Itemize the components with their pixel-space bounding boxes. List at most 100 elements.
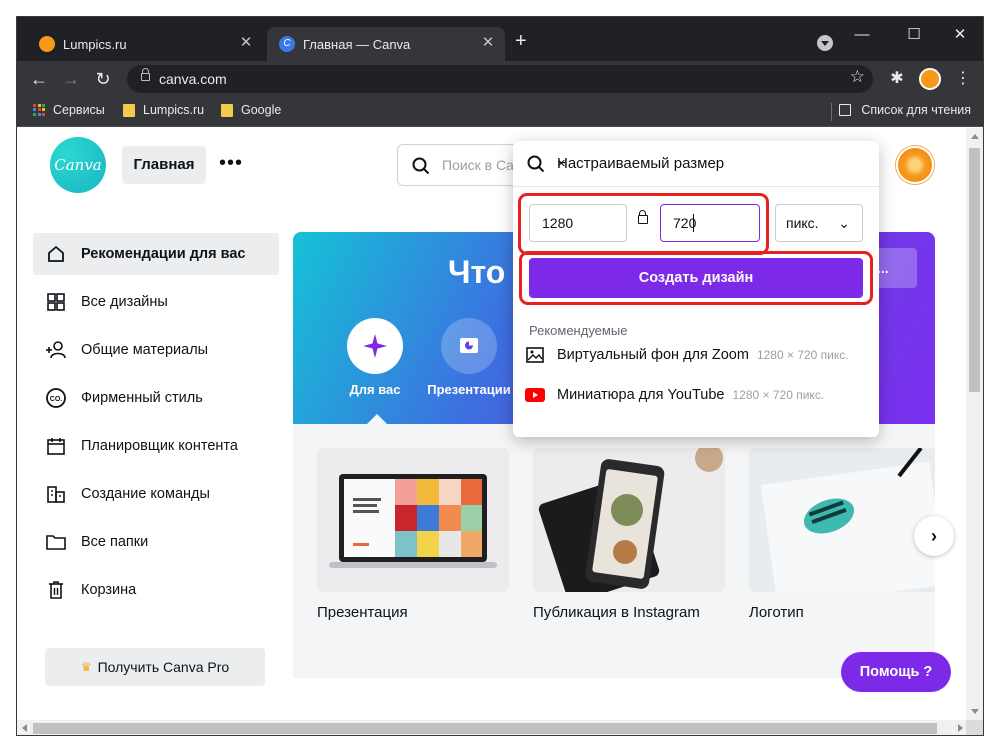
scroll-down-icon[interactable] <box>971 709 979 714</box>
recommended-label: Виртуальный фон для Zoom <box>557 347 749 363</box>
home-icon <box>45 243 67 265</box>
sidebar-item-label: Корзина <box>81 582 137 598</box>
card-instagram-post[interactable]: Публикация в Instagram <box>533 448 725 621</box>
sidebar-item-label: Рекомендации для вас <box>81 246 246 262</box>
card-logo[interactable]: Логотип <box>749 448 935 621</box>
bookmark-google[interactable]: Google <box>221 103 281 117</box>
calendar-icon <box>45 435 67 457</box>
presentation-thumbnail <box>317 448 509 592</box>
bookmark-label: Lumpics.ru <box>143 103 205 117</box>
address-bar[interactable]: canva.com ☆ <box>127 65 873 93</box>
forward-arrow-icon[interactable]: → <box>59 67 83 91</box>
popup-search-bar[interactable]: Настраиваемый размер × <box>513 141 879 187</box>
scroll-left-icon[interactable] <box>22 724 27 732</box>
tab-search-icon[interactable] <box>817 35 833 51</box>
minimize-icon[interactable]: — <box>847 23 877 47</box>
close-tab-icon[interactable]: ✕ <box>237 34 255 52</box>
sidebar-item-folders[interactable]: Все папки <box>33 521 279 563</box>
folder-icon <box>45 531 67 553</box>
horizontal-scrollbar[interactable] <box>17 720 968 735</box>
sidebar-item-all-designs[interactable]: Все дизайны <box>33 281 279 323</box>
shared-users-icon <box>45 339 67 361</box>
brand-kit-icon: CO. <box>45 387 67 409</box>
sidebar-item-recommendations[interactable]: Рекомендации для вас <box>33 233 279 275</box>
close-tab-icon[interactable]: ✕ <box>479 34 497 52</box>
unit-select[interactable]: пикс. ⌄ <box>775 204 863 242</box>
highlight-box-dimensions <box>518 193 769 255</box>
tab-canva[interactable]: C Главная — Canva ✕ <box>267 27 505 61</box>
sidebar-item-trash[interactable]: Корзина <box>33 569 279 611</box>
sidebar-item-team[interactable]: Создание команды <box>33 473 279 515</box>
bookmark-lumpics[interactable]: Lumpics.ru <box>123 103 204 117</box>
pro-button-label: Получить Canva Pro <box>97 659 230 675</box>
grid-icon <box>45 291 67 313</box>
close-icon[interactable]: × <box>557 155 865 172</box>
reload-icon[interactable]: ↻ <box>91 67 115 91</box>
sidebar-item-label: Общие материалы <box>81 342 209 358</box>
vertical-scrollbar[interactable] <box>966 128 983 720</box>
selected-category-caret <box>367 414 387 424</box>
recommended-youtube-thumbnail[interactable]: Миниатюра для YouTube 1280 × 720 пикс. <box>525 387 824 403</box>
browser-toolbar: ← → ↻ canva.com ☆ ✱ ⋮ <box>17 61 983 97</box>
sidebar-item-label: Планировщик контента <box>81 438 238 454</box>
tab-lumpics[interactable]: Lumpics.ru ✕ <box>27 27 263 61</box>
highlight-box-create <box>519 251 873 305</box>
reading-list-label: Список для чтения <box>861 103 971 117</box>
carousel-next-arrow-icon[interactable]: › <box>914 516 954 556</box>
image-icon <box>525 347 545 363</box>
canva-logo[interactable]: Canva <box>50 137 106 193</box>
sidebar-item-label: Создание команды <box>81 486 210 502</box>
close-window-icon[interactable]: ✕ <box>945 23 975 47</box>
folder-icon <box>123 103 135 117</box>
card-label: Презентация <box>317 604 408 621</box>
apps-grid-icon <box>33 103 45 117</box>
trash-icon <box>45 579 67 601</box>
browser-menu-icon[interactable]: ⋮ <box>951 67 975 91</box>
scroll-up-icon[interactable] <box>971 134 979 139</box>
tab-title: Lumpics.ru <box>63 36 127 52</box>
home-button[interactable]: Главная <box>122 146 206 184</box>
sidebar-item-shared[interactable]: Общие материалы <box>33 329 279 371</box>
youtube-icon <box>525 387 545 403</box>
sidebar: Рекомендации для вас Все дизайны Общие м… <box>33 233 279 617</box>
maximize-icon[interactable]: ☐ <box>899 23 929 47</box>
profile-avatar[interactable] <box>919 68 941 90</box>
sidebar-item-label: Все папки <box>81 534 149 550</box>
user-avatar[interactable] <box>896 146 934 184</box>
recommended-label: Миниатюра для YouTube <box>557 387 725 403</box>
svg-text:CO.: CO. <box>50 396 63 403</box>
new-tab-button[interactable]: + <box>515 31 527 51</box>
sidebar-item-planner[interactable]: Планировщик контента <box>33 425 279 467</box>
bookmarks-bar: Сервисы Lumpics.ru Google Список для чте… <box>17 97 983 127</box>
extensions-puzzle-icon[interactable]: ✱ <box>885 67 909 91</box>
url-text[interactable]: canva.com <box>159 71 227 87</box>
reading-list-icon <box>839 104 852 116</box>
sidebar-item-brand[interactable]: CO. Фирменный стиль <box>33 377 279 419</box>
scroll-corner <box>966 720 983 735</box>
more-menu-button[interactable]: ••• <box>219 152 243 175</box>
card-presentation[interactable]: Презентация <box>317 448 509 621</box>
vertical-scroll-thumb[interactable] <box>969 148 980 392</box>
card-label: Публикация в Instagram <box>533 604 700 621</box>
help-button[interactable]: Помощь ? <box>841 652 951 692</box>
category-label: Для вас <box>349 382 401 397</box>
search-icon <box>412 157 430 175</box>
custom-size-popup: Настраиваемый размер × 1280 720 пикс. ⌄ … <box>513 141 879 437</box>
crown-icon: ♛ <box>80 660 92 674</box>
unit-value: пикс. <box>786 215 819 231</box>
recommended-header: Рекомендуемые <box>529 323 628 338</box>
tab-bar: Lumpics.ru ✕ C Главная — Canva ✕ + — ☐ ✕ <box>17 17 983 61</box>
category-presentations[interactable]: Презентации <box>409 318 529 397</box>
reading-list[interactable]: Список для чтения <box>839 103 971 117</box>
back-arrow-icon[interactable]: ← <box>27 67 51 91</box>
horizontal-scroll-thumb[interactable] <box>33 723 937 734</box>
recommended-dims: 1280 × 720 пикс. <box>756 348 849 362</box>
scroll-right-icon[interactable] <box>958 724 963 732</box>
folder-icon <box>221 103 233 117</box>
canva-page: Canva Главная ••• Поиск в Ca Рекомендаци… <box>17 128 968 720</box>
browser-window: Lumpics.ru ✕ C Главная — Canva ✕ + — ☐ ✕… <box>16 16 984 736</box>
bookmark-services[interactable]: Сервисы <box>33 103 105 117</box>
get-canva-pro-button[interactable]: ♛ Получить Canva Pro <box>45 648 265 686</box>
bookmark-star-icon[interactable]: ☆ <box>850 67 865 87</box>
recommended-zoom-background[interactable]: Виртуальный фон для Zoom 1280 × 720 пикс… <box>525 347 849 363</box>
